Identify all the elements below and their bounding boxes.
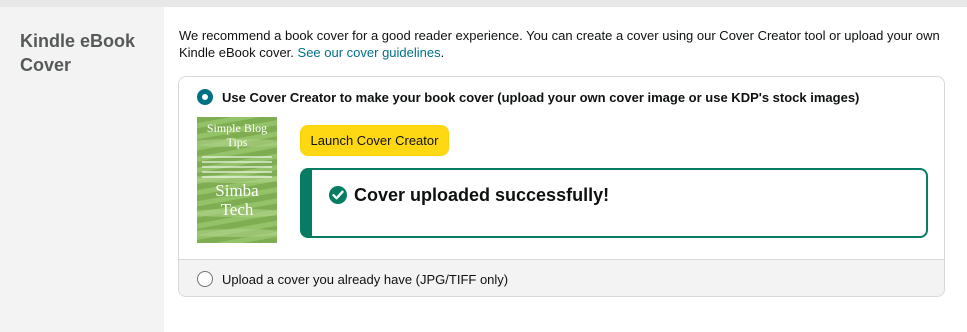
cover-creator-option-label[interactable]: Use Cover Creator to make your book cove… (222, 90, 859, 105)
section-title: Kindle eBook Cover (20, 31, 136, 75)
intro-suffix: . (440, 45, 445, 60)
upload-cover-option[interactable]: Upload a cover you already have (JPG/TIF… (179, 259, 944, 296)
upload-success-message: Cover uploaded successfully! (354, 185, 610, 205)
upload-cover-radio[interactable] (197, 271, 213, 287)
cover-guidelines-link[interactable]: See our cover guidelines (298, 45, 441, 60)
launch-cover-creator-button[interactable]: Launch Cover Creator (300, 125, 449, 156)
check-circle-icon (329, 186, 347, 204)
cover-thumbnail-author: Simba Tech (215, 181, 259, 219)
intro-text: We recommend a book cover for a good rea… (179, 27, 959, 61)
cover-thumbnail: Simple Blog Tips Simba Tech (197, 117, 277, 243)
cover-creator-radio[interactable] (197, 89, 213, 105)
cover-pattern (197, 229, 277, 237)
intro-description: We recommend a book cover for a good rea… (179, 28, 940, 60)
upload-cover-option-label[interactable]: Upload a cover you already have (JPG/TIF… (222, 272, 508, 287)
cover-thumbnail-subtitle-lines (202, 156, 272, 180)
top-strip (0, 0, 967, 7)
upload-success-alert: Cover uploaded successfully! (300, 168, 928, 238)
cover-thumbnail-title: Simple Blog Tips (206, 121, 268, 149)
